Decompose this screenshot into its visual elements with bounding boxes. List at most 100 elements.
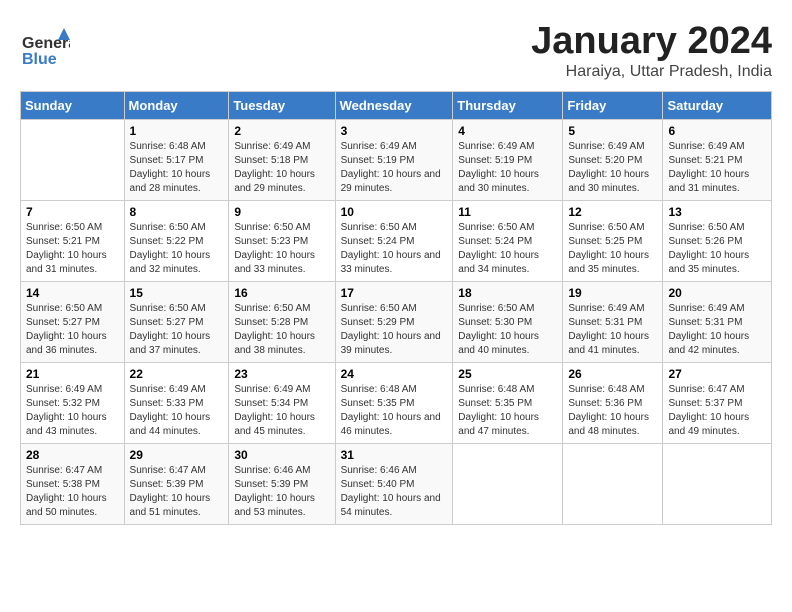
- day-number: 5: [568, 124, 657, 138]
- calendar-cell: 6 Sunrise: 6:49 AMSunset: 5:21 PMDaylight…: [663, 120, 772, 201]
- day-number: 23: [234, 367, 329, 381]
- page-header: General Blue January 2024 Haraiya, Uttar…: [20, 20, 772, 81]
- day-number: 19: [568, 286, 657, 300]
- day-info: Sunrise: 6:47 AMSunset: 5:37 PMDaylight:…: [668, 383, 766, 439]
- calendar-cell: 2 Sunrise: 6:49 AMSunset: 5:18 PMDaylight…: [229, 120, 335, 201]
- calendar-cell: 31Sunrise: 6:46 AMSunset: 5:40 PMDayligh…: [335, 444, 453, 525]
- day-number: 27: [668, 367, 766, 381]
- calendar-cell: 9 Sunrise: 6:50 AMSunset: 5:23 PMDaylight…: [229, 201, 335, 282]
- day-info: Sunrise: 6:50 AMSunset: 5:24 PMDaylight:…: [458, 221, 557, 277]
- calendar-cell: 17Sunrise: 6:50 AMSunset: 5:29 PMDayligh…: [335, 282, 453, 363]
- calendar-cell: 3 Sunrise: 6:49 AMSunset: 5:19 PMDaylight…: [335, 120, 453, 201]
- day-info: Sunrise: 6:50 AMSunset: 5:26 PMDaylight:…: [668, 221, 766, 277]
- day-number: 18: [458, 286, 557, 300]
- day-info: Sunrise: 6:48 AMSunset: 5:36 PMDaylight:…: [568, 383, 657, 439]
- day-info: Sunrise: 6:46 AMSunset: 5:40 PMDaylight:…: [341, 464, 448, 520]
- day-number: 28: [26, 448, 119, 462]
- calendar-cell: 26 Sunrise: 6:48 AMSunset: 5:36 PMDayligh…: [563, 363, 663, 444]
- day-info: Sunrise: 6:50 AMSunset: 5:27 PMDaylight:…: [130, 302, 224, 358]
- day-number: 12: [568, 205, 657, 219]
- day-info: Sunrise: 6:49 AMSunset: 5:19 PMDaylight:…: [458, 140, 557, 196]
- calendar-cell: 10 Sunrise: 6:50 AMSunset: 5:24 PMDayligh…: [335, 201, 453, 282]
- day-number: 29: [130, 448, 224, 462]
- day-number: 14: [26, 286, 119, 300]
- weekday-header-friday: Friday: [563, 92, 663, 120]
- calendar-table: SundayMondayTuesdayWednesdayThursdayFrid…: [20, 91, 772, 525]
- calendar-cell: 25 Sunrise: 6:48 AMSunset: 5:35 PMDayligh…: [453, 363, 563, 444]
- day-number: 22: [130, 367, 224, 381]
- day-info: Sunrise: 6:48 AMSunset: 5:35 PMDaylight:…: [458, 383, 557, 439]
- day-info: Sunrise: 6:49 AMSunset: 5:18 PMDaylight:…: [234, 140, 329, 196]
- calendar-week-row: 1 Sunrise: 6:48 AMSunset: 5:17 PMDaylight…: [21, 120, 772, 201]
- day-info: Sunrise: 6:49 AMSunset: 5:20 PMDaylight:…: [568, 140, 657, 196]
- day-number: 26: [568, 367, 657, 381]
- calendar-cell: [663, 444, 772, 525]
- day-number: 4: [458, 124, 557, 138]
- calendar-cell: 14 Sunrise: 6:50 AMSunset: 5:27 PMDayligh…: [21, 282, 125, 363]
- day-info: Sunrise: 6:47 AMSunset: 5:38 PMDaylight:…: [26, 464, 119, 520]
- day-info: Sunrise: 6:50 AMSunset: 5:24 PMDaylight:…: [341, 221, 448, 277]
- day-info: Sunrise: 6:49 AMSunset: 5:21 PMDaylight:…: [668, 140, 766, 196]
- day-number: 21: [26, 367, 119, 381]
- calendar-cell: 27 Sunrise: 6:47 AMSunset: 5:37 PMDayligh…: [663, 363, 772, 444]
- weekday-header-thursday: Thursday: [453, 92, 563, 120]
- day-info: Sunrise: 6:50 AMSunset: 5:21 PMDaylight:…: [26, 221, 119, 277]
- day-info: Sunrise: 6:50 AMSunset: 5:23 PMDaylight:…: [234, 221, 329, 277]
- logo: General Blue: [20, 20, 74, 70]
- day-info: Sunrise: 6:49 AMSunset: 5:34 PMDaylight:…: [234, 383, 329, 439]
- calendar-cell: 1 Sunrise: 6:48 AMSunset: 5:17 PMDaylight…: [124, 120, 229, 201]
- day-info: Sunrise: 6:49 AMSunset: 5:31 PMDaylight:…: [668, 302, 766, 358]
- calendar-week-row: 21 Sunrise: 6:49 AMSunset: 5:32 PMDayligh…: [21, 363, 772, 444]
- day-info: Sunrise: 6:50 AMSunset: 5:25 PMDaylight:…: [568, 221, 657, 277]
- day-number: 1: [130, 124, 224, 138]
- day-number: 7: [26, 205, 119, 219]
- day-info: Sunrise: 6:49 AMSunset: 5:33 PMDaylight:…: [130, 383, 224, 439]
- calendar-cell: 11 Sunrise: 6:50 AMSunset: 5:24 PMDayligh…: [453, 201, 563, 282]
- day-info: Sunrise: 6:49 AMSunset: 5:32 PMDaylight:…: [26, 383, 119, 439]
- day-number: 3: [341, 124, 448, 138]
- day-number: 8: [130, 205, 224, 219]
- calendar-week-row: 28 Sunrise: 6:47 AMSunset: 5:38 PMDayligh…: [21, 444, 772, 525]
- calendar-subtitle: Haraiya, Uttar Pradesh, India: [531, 63, 772, 81]
- weekday-header-saturday: Saturday: [663, 92, 772, 120]
- day-info: Sunrise: 6:46 AMSunset: 5:39 PMDaylight:…: [234, 464, 329, 520]
- day-number: 16: [234, 286, 329, 300]
- calendar-cell: 8Sunrise: 6:50 AMSunset: 5:22 PMDaylight…: [124, 201, 229, 282]
- day-number: 13: [668, 205, 766, 219]
- day-number: 25: [458, 367, 557, 381]
- day-number: 9: [234, 205, 329, 219]
- calendar-cell: 29Sunrise: 6:47 AMSunset: 5:39 PMDayligh…: [124, 444, 229, 525]
- day-number: 2: [234, 124, 329, 138]
- calendar-week-row: 14 Sunrise: 6:50 AMSunset: 5:27 PMDayligh…: [21, 282, 772, 363]
- day-number: 15: [130, 286, 224, 300]
- day-info: Sunrise: 6:49 AMSunset: 5:19 PMDaylight:…: [341, 140, 448, 196]
- calendar-cell: 18Sunrise: 6:50 AMSunset: 5:30 PMDayligh…: [453, 282, 563, 363]
- weekday-header-sunday: Sunday: [21, 92, 125, 120]
- weekday-header-wednesday: Wednesday: [335, 92, 453, 120]
- calendar-cell: 7 Sunrise: 6:50 AMSunset: 5:21 PMDaylight…: [21, 201, 125, 282]
- calendar-cell: 21 Sunrise: 6:49 AMSunset: 5:32 PMDayligh…: [21, 363, 125, 444]
- calendar-cell: [21, 120, 125, 201]
- day-number: 24: [341, 367, 448, 381]
- calendar-cell: 24Sunrise: 6:48 AMSunset: 5:35 PMDayligh…: [335, 363, 453, 444]
- calendar-cell: 5 Sunrise: 6:49 AMSunset: 5:20 PMDaylight…: [563, 120, 663, 201]
- logo-icon: General Blue: [20, 20, 70, 70]
- calendar-cell: [563, 444, 663, 525]
- calendar-title: January 2024: [531, 20, 772, 63]
- day-number: 10: [341, 205, 448, 219]
- day-number: 30: [234, 448, 329, 462]
- title-block: January 2024 Haraiya, Uttar Pradesh, Ind…: [531, 20, 772, 81]
- calendar-cell: [453, 444, 563, 525]
- day-info: Sunrise: 6:50 AMSunset: 5:28 PMDaylight:…: [234, 302, 329, 358]
- day-info: Sunrise: 6:50 AMSunset: 5:29 PMDaylight:…: [341, 302, 448, 358]
- day-number: 11: [458, 205, 557, 219]
- calendar-cell: 13 Sunrise: 6:50 AMSunset: 5:26 PMDayligh…: [663, 201, 772, 282]
- day-info: Sunrise: 6:48 AMSunset: 5:17 PMDaylight:…: [130, 140, 224, 196]
- day-number: 6: [668, 124, 766, 138]
- calendar-cell: 22 Sunrise: 6:49 AMSunset: 5:33 PMDayligh…: [124, 363, 229, 444]
- calendar-cell: 20Sunrise: 6:49 AMSunset: 5:31 PMDayligh…: [663, 282, 772, 363]
- day-info: Sunrise: 6:50 AMSunset: 5:27 PMDaylight:…: [26, 302, 119, 358]
- weekday-header-tuesday: Tuesday: [229, 92, 335, 120]
- weekday-header-monday: Monday: [124, 92, 229, 120]
- calendar-cell: 30 Sunrise: 6:46 AMSunset: 5:39 PMDayligh…: [229, 444, 335, 525]
